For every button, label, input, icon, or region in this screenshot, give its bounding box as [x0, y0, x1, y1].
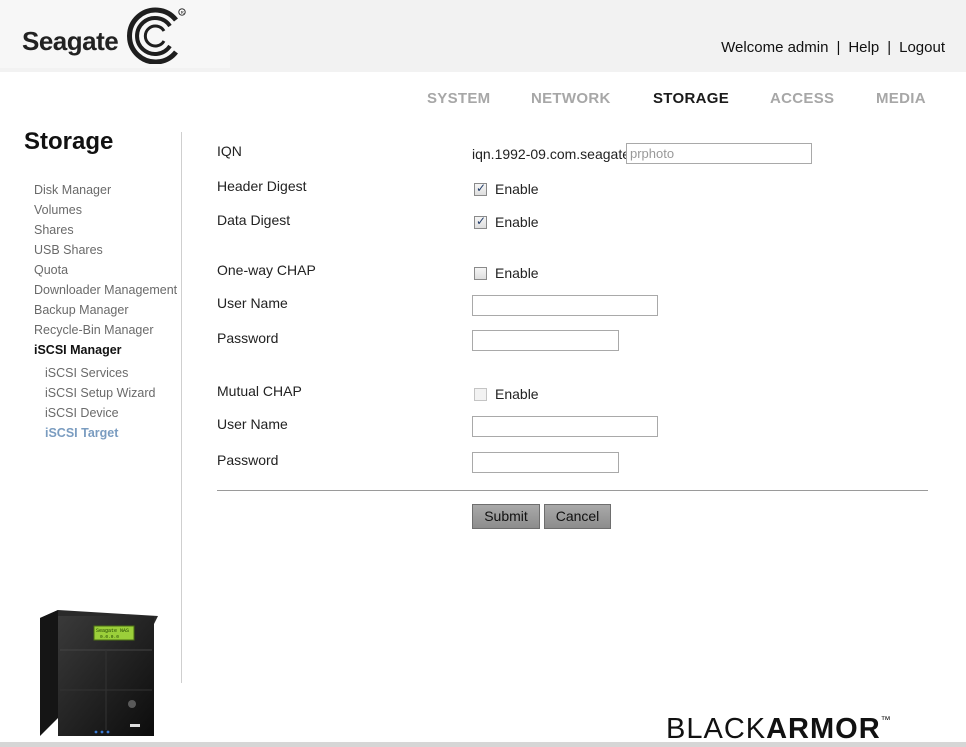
brand-bold: ARMOR [766, 713, 881, 745]
tab-network[interactable]: NETWORK [531, 90, 611, 107]
mutual-chap-checkbox[interactable] [474, 387, 487, 401]
logout-link[interactable]: Logout [899, 39, 945, 56]
oneway-username-label: User Name [217, 295, 288, 311]
form-divider [217, 490, 928, 491]
tab-media[interactable]: MEDIA [876, 90, 926, 107]
user-links: Welcome admin | Help | Logout [721, 39, 945, 56]
sidebar-subitem-iscsi-target[interactable]: iSCSI Target [45, 426, 177, 446]
submit-button[interactable]: Submit [472, 504, 540, 529]
header-digest-label: Header Digest [217, 178, 307, 194]
data-digest-option: ✓ Enable [474, 214, 539, 230]
nas-device-image: Seagate NAS 0.0.0.0 [40, 610, 158, 736]
sidebar-item-volumes[interactable]: Volumes [34, 203, 177, 223]
brand-light: BLACK [666, 713, 767, 745]
mutual-chap-label: Mutual CHAP [217, 383, 302, 399]
iqn-prefix: iqn.1992-09.com.seagate: [472, 146, 634, 162]
sidebar-item-shares[interactable]: Shares [34, 223, 177, 243]
brand-trademark: ™ [880, 715, 892, 726]
mutual-chap-option: Enable [474, 386, 539, 402]
sidebar-subnav: iSCSI Services iSCSI Setup Wizard iSCSI … [45, 366, 177, 446]
sidebar-nav: Disk Manager Volumes Shares USB Shares Q… [34, 183, 177, 446]
seagate-logo-icon: R [127, 7, 186, 64]
sidebar-item-recycle-bin-manager[interactable]: Recycle-Bin Manager [34, 323, 177, 343]
mutual-password-label: Password [217, 452, 279, 468]
lcd-line2: 0.0.0.0 [100, 634, 119, 640]
header-digest-checkbox[interactable]: ✓ [474, 181, 487, 196]
sidebar-item-backup-manager[interactable]: Backup Manager [34, 303, 177, 323]
tab-access[interactable]: ACCESS [770, 90, 834, 107]
iqn-input[interactable] [626, 143, 812, 164]
sidebar-item-disk-manager[interactable]: Disk Manager [34, 183, 177, 203]
oneway-username-input[interactable] [472, 295, 658, 316]
iqn-label: IQN [217, 143, 242, 159]
sidebar-subitem-iscsi-device[interactable]: iSCSI Device [45, 406, 177, 426]
column-divider [181, 132, 182, 683]
separator: | [887, 39, 892, 56]
mutual-username-label: User Name [217, 416, 288, 432]
data-digest-checkbox[interactable]: ✓ [474, 214, 487, 229]
help-link[interactable]: Help [848, 39, 879, 56]
main-tabs: SYSTEM NETWORK STORAGE ACCESS MEDIA [0, 90, 966, 110]
sidebar-item-quota[interactable]: Quota [34, 263, 177, 283]
sidebar-item-usb-shares[interactable]: USB Shares [34, 243, 177, 263]
enable-label: Enable [495, 214, 539, 230]
oneway-password-input[interactable] [472, 330, 619, 351]
oneway-password-label: Password [217, 330, 279, 346]
sidebar-subitem-iscsi-setup-wizard[interactable]: iSCSI Setup Wizard [45, 386, 177, 406]
oneway-chap-option: Enable [474, 265, 539, 281]
mutual-password-input[interactable] [472, 452, 619, 473]
sidebar-item-downloader-management[interactable]: Downloader Management [34, 283, 177, 303]
page-title: Storage [24, 128, 114, 155]
mutual-username-input[interactable] [472, 416, 658, 437]
enable-label: Enable [495, 386, 539, 402]
bottom-bar [0, 742, 966, 747]
enable-label: Enable [495, 181, 539, 197]
welcome-text: Welcome admin [721, 39, 829, 56]
tab-storage[interactable]: STORAGE [653, 90, 729, 107]
data-digest-label: Data Digest [217, 212, 291, 228]
cancel-button[interactable]: Cancel [544, 504, 611, 529]
sidebar-item-iscsi-manager[interactable]: iSCSI Manager [34, 343, 177, 366]
enable-label: Enable [495, 265, 539, 281]
separator: | [836, 39, 841, 56]
lcd-line1: Seagate NAS [96, 628, 129, 634]
oneway-chap-checkbox[interactable] [474, 266, 487, 280]
header-bar: Seagate R Welcome admin | Help | Logout [0, 0, 966, 72]
oneway-chap-label: One-way CHAP [217, 262, 316, 278]
seagate-logo-text: Seagate [22, 26, 119, 56]
logo-area: Seagate R [0, 0, 230, 68]
sidebar-subitem-iscsi-services[interactable]: iSCSI Services [45, 366, 177, 386]
tab-system[interactable]: SYSTEM [427, 90, 490, 107]
header-digest-option: ✓ Enable [474, 181, 539, 197]
